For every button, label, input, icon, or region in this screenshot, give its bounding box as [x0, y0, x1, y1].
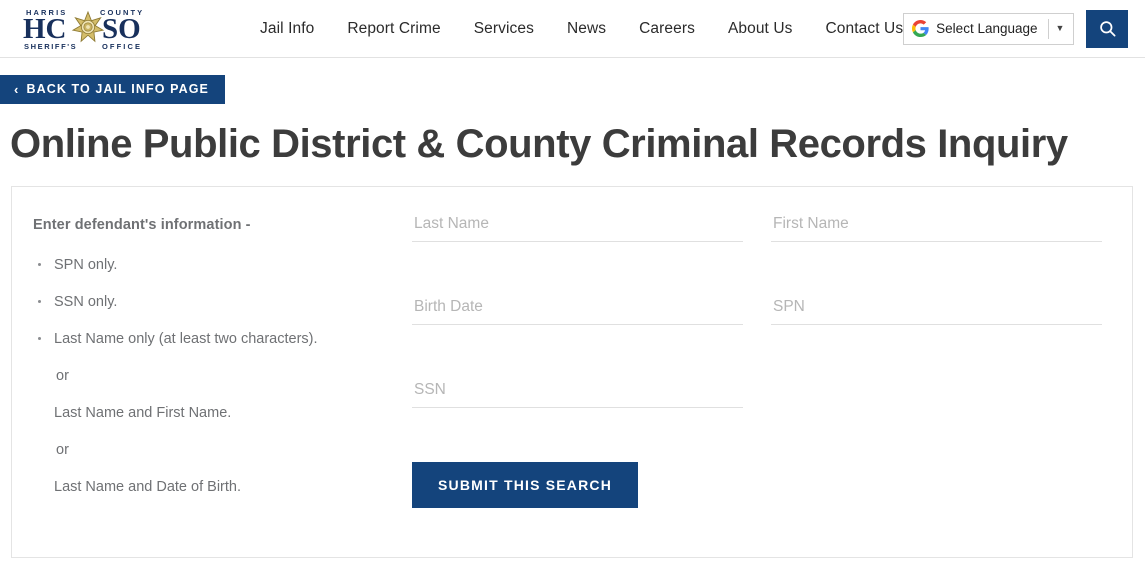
header-utilities: Select Language ▼: [903, 9, 1138, 48]
search-button[interactable]: [1086, 9, 1129, 48]
spn-field-wrap: [771, 294, 1102, 325]
first-name-field-wrap: [771, 211, 1102, 242]
list-item: Last Name and First Name.: [54, 405, 232, 422]
instructions-panel: Enter defendant's information - SPN only…: [12, 211, 412, 557]
list-item: Last Name only (at least two characters)…: [33, 329, 412, 350]
spn-input[interactable]: [771, 294, 1102, 325]
first-name-input[interactable]: [771, 211, 1102, 242]
back-button-label: BACK TO JAIL INFO PAGE: [26, 82, 209, 96]
nav-item-about-us[interactable]: About Us: [728, 20, 793, 38]
site-header: HARRIS COUNTY HC SO SHERIFF'S OFFICE Jai…: [0, 0, 1145, 58]
nav-item-news[interactable]: News: [567, 20, 606, 38]
nav-item-contact-us[interactable]: Contact Us: [826, 20, 904, 38]
instructions-heading: Enter defendant's information -: [33, 217, 251, 233]
svg-text:HC: HC: [23, 13, 67, 45]
last-name-field-wrap: [412, 211, 743, 242]
ssn-field-wrap: [412, 377, 743, 408]
language-selector[interactable]: Select Language ▼: [903, 12, 1075, 45]
list-item: SSN only.: [33, 292, 412, 313]
site-logo[interactable]: HARRIS COUNTY HC SO SHERIFF'S OFFICE: [0, 0, 250, 57]
ssn-input[interactable]: [412, 377, 743, 408]
list-item: Last Name and Date of Birth.: [54, 479, 241, 496]
list-item-or: or: [56, 368, 69, 385]
submit-row: SUBMIT THIS SEARCH: [412, 462, 1110, 508]
nav-item-careers[interactable]: Careers: [639, 20, 695, 38]
svg-text:SHERIFF'S: SHERIFF'S: [24, 42, 77, 51]
google-icon: [912, 20, 929, 37]
list-item-or: or: [56, 442, 69, 459]
search-form: SUBMIT THIS SEARCH: [412, 211, 1132, 557]
chevron-left-icon: ‹: [14, 82, 20, 97]
instructions-list: SPN only. SSN only. Last Name only (at l…: [33, 255, 412, 350]
back-to-jail-info-button[interactable]: ‹ BACK TO JAIL INFO PAGE: [0, 75, 225, 104]
nav-item-services[interactable]: Services: [474, 20, 534, 38]
birth-date-input[interactable]: [412, 294, 743, 325]
nav-item-jail-info[interactable]: Jail Info: [260, 20, 314, 38]
submit-search-button[interactable]: SUBMIT THIS SEARCH: [412, 462, 639, 508]
main-navigation: Jail Info Report Crime Services News Car…: [250, 0, 903, 57]
svg-text:OFFICE: OFFICE: [102, 42, 142, 51]
birth-date-field-wrap: [412, 294, 743, 325]
list-item: SPN only.: [33, 255, 412, 276]
page-title: Online Public District & County Criminal…: [10, 122, 1068, 166]
last-name-input[interactable]: [412, 211, 743, 242]
language-selector-label: Select Language: [936, 21, 1038, 36]
records-inquiry-card: Enter defendant's information - SPN only…: [11, 186, 1133, 558]
language-selector-divider: [1047, 18, 1049, 39]
search-icon: [1100, 21, 1116, 37]
svg-text:SO: SO: [102, 13, 141, 45]
back-button-bar: ‹ BACK TO JAIL INFO PAGE: [0, 58, 1145, 104]
hcso-logo-icon: HARRIS COUNTY HC SO SHERIFF'S OFFICE: [23, 8, 142, 51]
chevron-down-icon[interactable]: ▼: [1051, 24, 1070, 33]
nav-item-report-crime[interactable]: Report Crime: [347, 20, 440, 38]
